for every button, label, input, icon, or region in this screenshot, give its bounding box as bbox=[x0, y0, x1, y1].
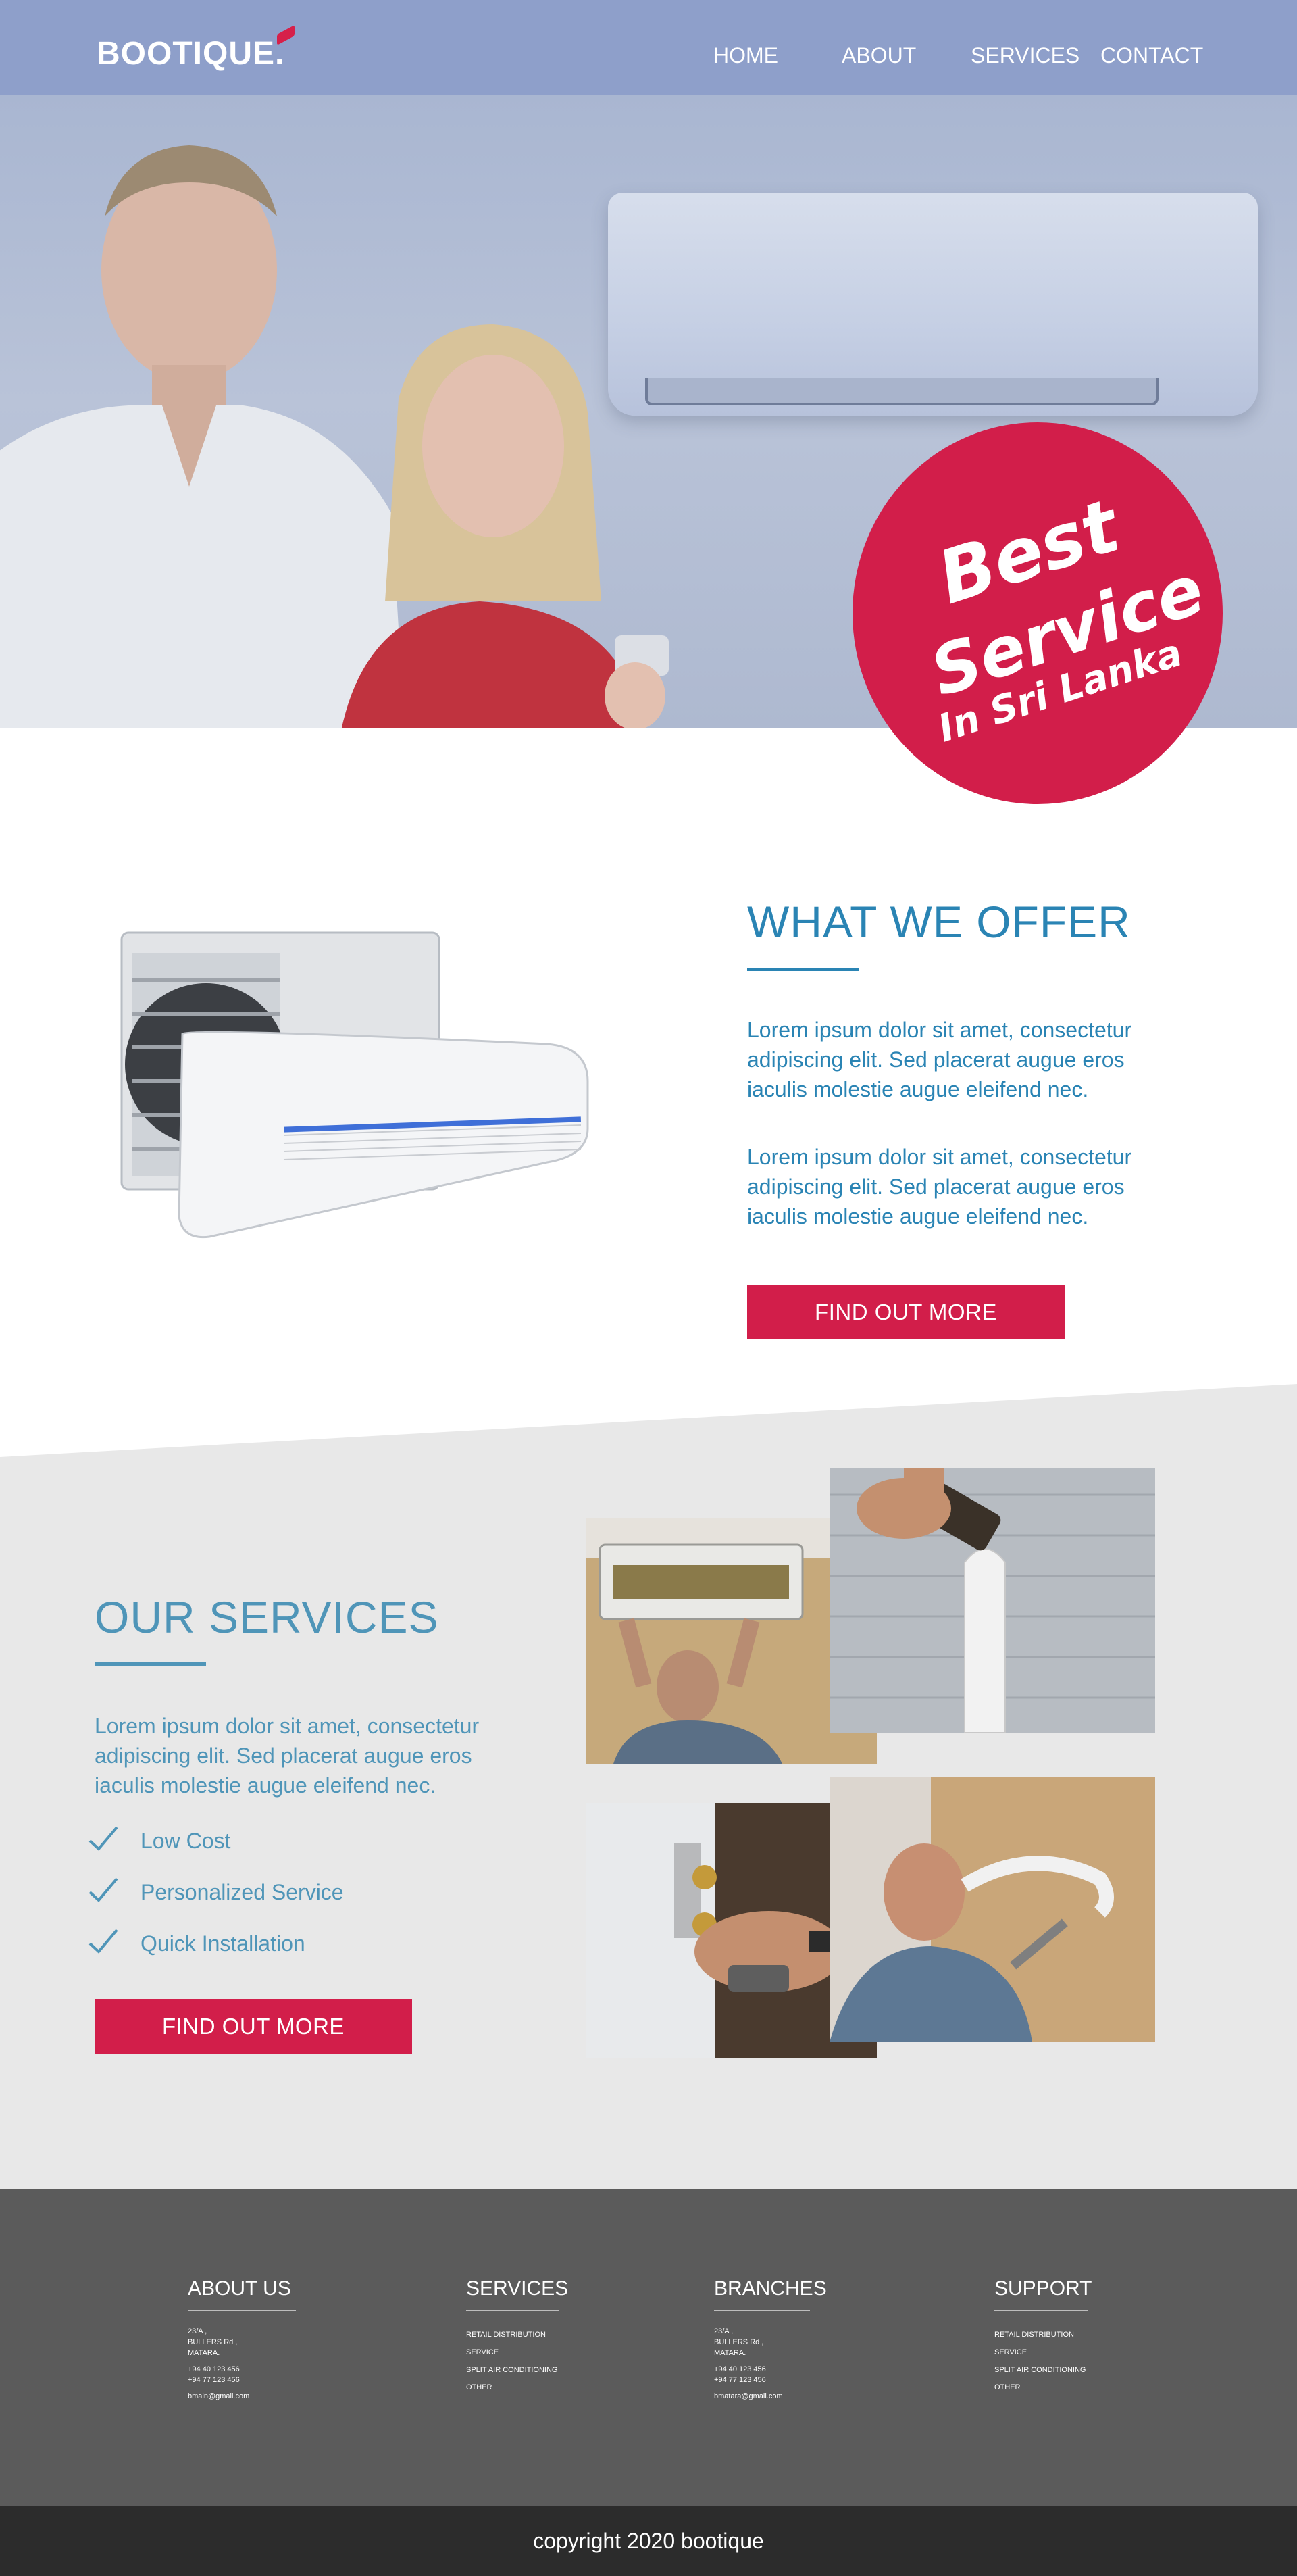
footer-heading-underline bbox=[994, 2310, 1088, 2311]
services-paragraph: Lorem ipsum dolor sit amet, consectetur … bbox=[95, 1714, 480, 1798]
footer-services-heading: SERVICES bbox=[466, 2277, 569, 2300]
offer-title: WHAT WE OFFER bbox=[747, 897, 1131, 947]
nav-services-link[interactable]: SERVICES bbox=[971, 43, 1079, 68]
footer-services-item[interactable]: SERVICE bbox=[466, 2344, 568, 2361]
technician-drilling-wall-photo bbox=[830, 1468, 1155, 1733]
feature-label: Quick Installation bbox=[141, 1931, 305, 1956]
check-icon bbox=[88, 1929, 118, 1954]
services-title: OUR SERVICES bbox=[95, 1592, 439, 1642]
services-title-underline bbox=[95, 1662, 206, 1666]
air-conditioner-vent bbox=[645, 378, 1159, 405]
technician-installing-bracket-photo bbox=[830, 1777, 1155, 2042]
copyright-bar: copyright 2020 bootique bbox=[0, 2506, 1297, 2576]
footer-support-column: SUPPORT RETAIL DISTRIBUTION SERVICE SPLI… bbox=[994, 2277, 1092, 2396]
footer-about-address-line: 23/A , bbox=[188, 2327, 207, 2335]
footer-about-address-line: BULLERS Rd , bbox=[188, 2338, 238, 2346]
nav-contact-link[interactable]: CONTACT bbox=[1100, 43, 1203, 68]
footer-branches-phone[interactable]: +94 77 123 456 bbox=[714, 2375, 827, 2385]
feature-label: Low Cost bbox=[141, 1829, 231, 1853]
nav-links: HOME ABOUT SERVICES CONTACT bbox=[0, 43, 1297, 70]
offer-paragraph-1: Lorem ipsum dolor sit amet, consectetur … bbox=[747, 1018, 1132, 1101]
footer-heading-underline bbox=[188, 2310, 296, 2311]
footer-services-item[interactable]: SPLIT AIR CONDITIONING bbox=[466, 2361, 568, 2379]
nav-about-link[interactable]: ABOUT bbox=[842, 43, 916, 68]
footer-about-column: ABOUT US 23/A , BULLERS Rd , MATARA. +94… bbox=[188, 2277, 296, 2402]
footer-branches-column: BRANCHES 23/A , BULLERS Rd , MATARA. +94… bbox=[714, 2277, 827, 2402]
services-find-out-more-button[interactable]: FIND OUT MORE bbox=[95, 1999, 412, 2054]
footer-branches-phone[interactable]: +94 40 123 456 bbox=[714, 2364, 827, 2375]
footer-branches-address-line: MATARA. bbox=[714, 2349, 746, 2357]
check-icon bbox=[88, 1826, 118, 1851]
footer-branches-address-line: BULLERS Rd , bbox=[714, 2338, 764, 2346]
footer-about-address-line: MATARA. bbox=[188, 2349, 220, 2357]
footer-heading-underline bbox=[466, 2310, 559, 2311]
split-air-conditioner-image bbox=[120, 931, 589, 1239]
footer-about-phone[interactable]: +94 77 123 456 bbox=[188, 2375, 296, 2385]
footer-support-item[interactable]: SERVICE bbox=[994, 2344, 1092, 2361]
navigation-bar: BOOTIQUE. HOME ABOUT SERVICES CONTACT bbox=[0, 0, 1297, 95]
footer-heading-underline bbox=[714, 2310, 810, 2311]
footer-branches-heading: BRANCHES bbox=[714, 2277, 827, 2300]
best-service-badge: Best Service In Sri Lanka bbox=[853, 422, 1223, 804]
footer-support-item[interactable]: SPLIT AIR CONDITIONING bbox=[994, 2361, 1092, 2379]
footer-branches-address-line: 23/A , bbox=[714, 2327, 734, 2335]
footer-about-phone[interactable]: +94 40 123 456 bbox=[188, 2364, 296, 2375]
footer-about-heading: ABOUT US bbox=[188, 2277, 291, 2300]
footer-branches-email[interactable]: bmatara@gmail.com bbox=[714, 2391, 827, 2402]
offer-title-underline bbox=[747, 968, 859, 971]
check-icon bbox=[88, 1877, 118, 1902]
footer-services-column: SERVICES RETAIL DISTRIBUTION SERVICE SPL… bbox=[466, 2277, 568, 2396]
footer-services-item[interactable]: RETAIL DISTRIBUTION bbox=[466, 2326, 568, 2344]
woman-image bbox=[341, 324, 669, 728]
footer-about-email[interactable]: bmain@gmail.com bbox=[188, 2391, 296, 2402]
offer-find-out-more-button[interactable]: FIND OUT MORE bbox=[747, 1285, 1065, 1339]
footer-support-item[interactable]: RETAIL DISTRIBUTION bbox=[994, 2326, 1092, 2344]
footer-services-item[interactable]: OTHER bbox=[466, 2379, 568, 2396]
offer-paragraph-2: Lorem ipsum dolor sit amet, consectetur … bbox=[747, 1145, 1132, 1229]
copyright-text: copyright 2020 bootique bbox=[533, 2528, 764, 2553]
feature-label: Personalized Service bbox=[141, 1880, 344, 1904]
nav-home-link[interactable]: HOME bbox=[713, 43, 778, 68]
footer-support-heading: SUPPORT bbox=[994, 2277, 1092, 2300]
logo-mark-icon bbox=[277, 25, 295, 45]
footer-support-item[interactable]: OTHER bbox=[994, 2379, 1092, 2396]
